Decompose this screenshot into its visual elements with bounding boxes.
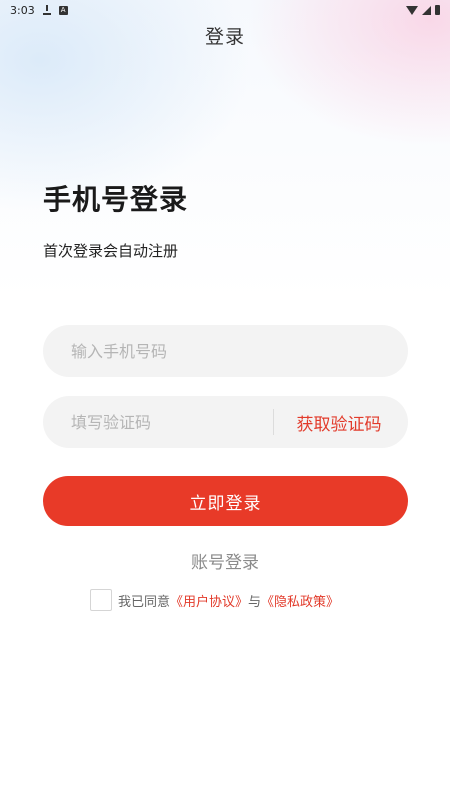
download-icon [42,5,51,15]
user-agreement-link[interactable]: 《用户协议》 [170,591,248,610]
login-subtext: 首次登录会自动注册 [43,242,179,260]
phone-input[interactable] [43,341,408,361]
signal-icon [422,5,431,15]
get-code-button[interactable]: 获取验证码 [274,410,408,435]
a-icon: A [58,5,68,15]
agreement-connector: 与 [248,594,262,610]
status-left: 3:03 A [10,4,68,17]
login-button[interactable]: 立即登录 [43,476,408,526]
status-right [406,5,440,15]
page-title: 登录 [204,26,245,48]
login-heading: 手机号登录 [43,183,189,216]
verification-code-input[interactable] [43,412,273,432]
phone-field[interactable] [43,325,408,377]
agreement-row: 我已同意 《用户协议》 与 《隐私政策》 [90,589,339,611]
status-time: 3:03 [10,3,35,17]
status-bar: 3:03 A [0,0,450,20]
account-login-link[interactable]: 账号登录 [0,548,450,573]
code-field[interactable]: 获取验证码 [43,396,408,448]
battery-icon [435,5,440,15]
privacy-policy-link[interactable]: 《隐私政策》 [261,591,339,610]
wifi-icon [406,5,418,15]
agreement-prefix: 我已同意 [118,594,171,610]
agreement-checkbox[interactable] [90,589,112,611]
